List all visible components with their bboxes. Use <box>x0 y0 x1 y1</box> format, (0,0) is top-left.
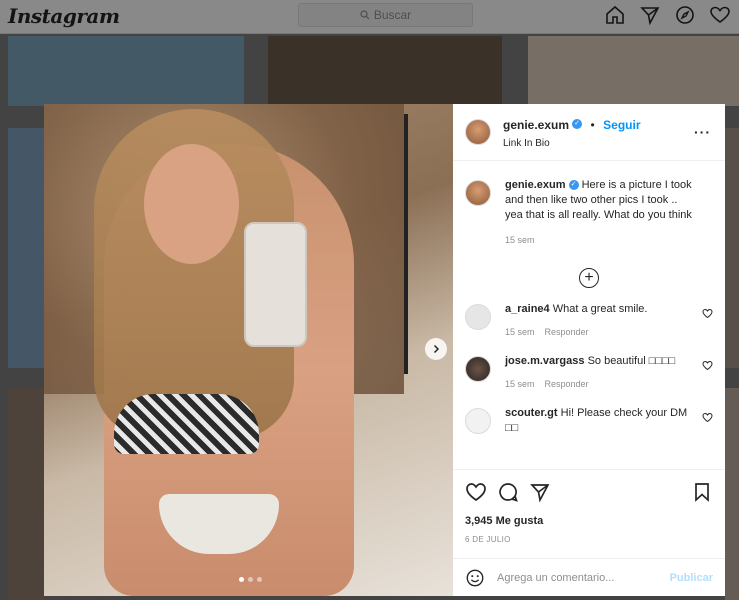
author-avatar[interactable] <box>465 180 491 206</box>
add-comment-bar: Agrega un comentario... Publicar <box>453 558 725 596</box>
verified-badge-icon: ✓ <box>572 119 583 130</box>
carousel-indicator <box>239 577 262 582</box>
load-more-comments-button[interactable]: + <box>579 268 599 288</box>
comment: jose.m.vargass So beautiful □□□□ 15 sem R… <box>465 354 713 392</box>
bookmark-icon[interactable] <box>691 481 713 503</box>
carousel-dot <box>257 577 262 582</box>
carousel-dot <box>248 577 253 582</box>
photo-phone <box>244 222 307 347</box>
share-direct-icon[interactable] <box>529 481 551 503</box>
carousel-next-button[interactable] <box>425 338 447 360</box>
emoji-icon[interactable] <box>465 568 485 588</box>
likes-count[interactable]: 3,945 Me gusta <box>453 515 725 527</box>
comment: a_raine4 What a great smile. 15 sem Respo… <box>465 302 713 340</box>
like-comment-heart-icon[interactable] <box>702 412 713 423</box>
more-options-icon[interactable]: ··· <box>694 124 711 140</box>
post-date: 6 DE JULIO <box>465 535 511 544</box>
post-modal: genie.exum ✓ • Seguir Link In Bio ··· gen… <box>44 104 725 596</box>
photo-tripod <box>404 114 408 374</box>
like-heart-icon[interactable] <box>465 481 487 503</box>
like-comment-heart-icon[interactable] <box>702 308 713 319</box>
caption-username[interactable]: genie.exum <box>505 179 566 191</box>
photo-garment <box>114 394 259 454</box>
caption-time: 15 sem <box>505 235 535 245</box>
comments-list[interactable]: genie.exum ✓ Here is a picture I took and… <box>453 161 725 469</box>
author-avatar[interactable] <box>465 119 491 145</box>
comment-text: So beautiful □□□□ <box>587 355 676 367</box>
commenter-avatar[interactable] <box>465 356 491 382</box>
chevron-right-icon <box>433 344 440 354</box>
reply-button[interactable]: Responder <box>545 379 589 389</box>
photo-subject-face <box>144 144 239 264</box>
comment-username[interactable]: scouter.gt <box>505 407 558 419</box>
verified-badge-icon: ✓ <box>568 180 579 191</box>
separator-dot: • <box>590 117 595 132</box>
like-comment-heart-icon[interactable] <box>702 360 713 371</box>
comment-text: What a great smile. <box>552 303 648 315</box>
comment-username[interactable]: a_raine4 <box>505 303 550 315</box>
caption: genie.exum ✓ Here is a picture I took and… <box>465 178 713 248</box>
commenter-avatar[interactable] <box>465 304 491 330</box>
post-photo[interactable] <box>44 104 453 596</box>
post-actions <box>453 469 725 513</box>
post-comment-button[interactable]: Publicar <box>670 572 713 584</box>
comment: scouter.gt Hi! Please check your DM □□ <box>465 406 713 436</box>
comment-time: 15 sem <box>505 327 535 337</box>
comment-input[interactable]: Agrega un comentario... <box>497 572 670 584</box>
author-subtitle: Link In Bio <box>503 137 550 149</box>
author-username[interactable]: genie.exum <box>503 118 569 132</box>
post-header: genie.exum ✓ • Seguir Link In Bio ··· <box>453 104 725 161</box>
comment-username[interactable]: jose.m.vargass <box>505 355 585 367</box>
follow-button[interactable]: Seguir <box>603 118 640 132</box>
post-sidebar: genie.exum ✓ • Seguir Link In Bio ··· gen… <box>453 104 725 596</box>
commenter-avatar[interactable] <box>465 408 491 434</box>
reply-button[interactable]: Responder <box>545 327 589 337</box>
carousel-dot <box>239 577 244 582</box>
comment-bubble-icon[interactable] <box>497 481 519 503</box>
comment-time: 15 sem <box>505 379 535 389</box>
